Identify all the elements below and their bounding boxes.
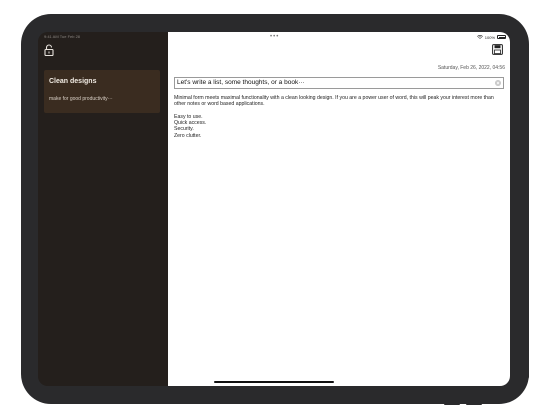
top-button-2 [466, 403, 482, 405]
lock-open-icon[interactable] [44, 44, 54, 56]
list-item: Zero clutter. [174, 132, 202, 139]
status-indicators: 100% [476, 34, 506, 40]
wifi-icon [476, 35, 483, 39]
battery-level [498, 36, 505, 38]
sidebar: 9:41 AM Tue Feb 28 Clean designs make fo… [38, 32, 168, 386]
note-body[interactable]: Minimal form meets maximal functionality… [174, 95, 504, 139]
note-paragraph: Minimal form meets maximal functionality… [174, 95, 494, 108]
volume-button [526, 350, 529, 378]
battery-icon [497, 35, 506, 39]
note-title: Clean designs [49, 78, 97, 85]
multitasking-dots[interactable]: ••• [270, 34, 279, 40]
title-field[interactable] [174, 77, 504, 89]
battery-percent: 100% [484, 34, 495, 40]
status-time-date: 9:41 AM Tue Feb 28 [44, 34, 81, 39]
save-icon[interactable] [492, 44, 503, 55]
editor-pane: ••• 100% Saturday, Feb 26, 2022, 04:56 L… [168, 32, 510, 386]
clear-circle-icon[interactable] [495, 80, 501, 86]
top-button [444, 403, 460, 405]
note-date: Saturday, Feb 26, 2022, 04:56 [437, 65, 505, 71]
screen: 9:41 AM Tue Feb 28 Clean designs make fo… [38, 32, 510, 386]
home-indicator[interactable] [214, 381, 334, 383]
note-list-item[interactable]: Clean designs make for good productivity… [44, 70, 160, 113]
title-input[interactable] [177, 78, 495, 88]
note-preview: make for good productivity··· [49, 96, 113, 102]
